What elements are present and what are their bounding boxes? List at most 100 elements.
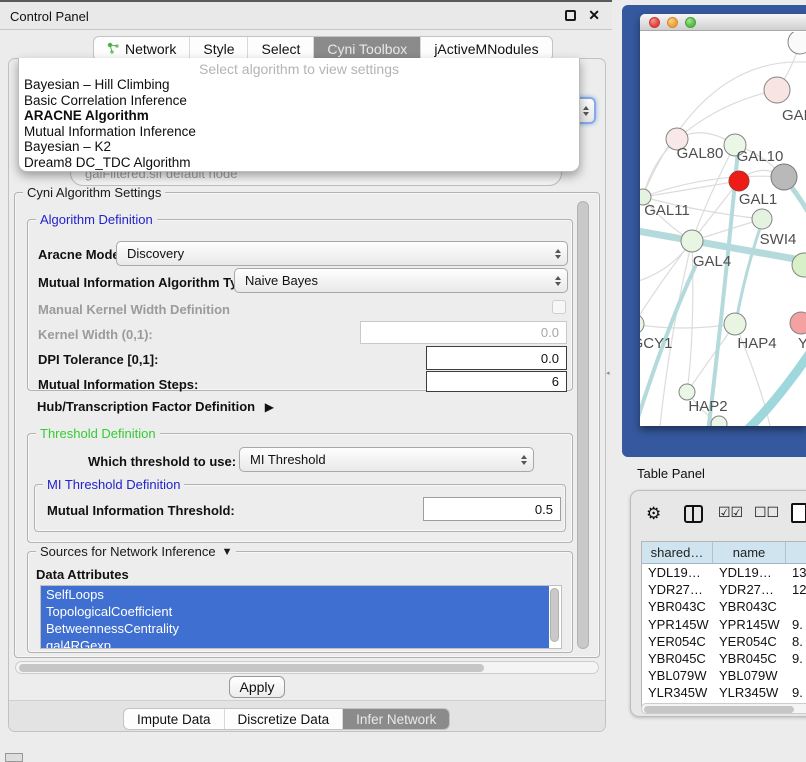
split-pane-handle[interactable]: ◂ <box>606 369 612 378</box>
tab-label: Infer Network <box>356 712 436 727</box>
which-threshold-label: Which threshold to use: <box>88 454 236 469</box>
column-header[interactable]: shared… <box>642 542 713 563</box>
horizontal-scrollbar-thumb[interactable] <box>644 706 794 713</box>
column-header[interactable] <box>786 542 806 563</box>
algorithm-option[interactable]: Basic Correlation Inference <box>19 93 579 109</box>
table-row[interactable]: YDL19…YDL19…13 <box>642 564 806 581</box>
settings-horizontal-scrollbar[interactable] <box>15 661 599 674</box>
tab-select[interactable]: Select <box>248 37 314 60</box>
table-row[interactable]: YLR345WYLR345W9. <box>642 684 806 701</box>
tab-cyni-toolbox[interactable]: Cyni Toolbox <box>314 37 421 60</box>
node-gray[interactable] <box>771 164 797 190</box>
node-selected-red[interactable] <box>729 171 749 191</box>
table-row[interactable]: YBR045CYBR045C9. <box>642 650 806 667</box>
tab-impute-data[interactable]: Impute Data <box>124 709 225 729</box>
kernel-width-value: 0.0 <box>541 325 559 340</box>
algorithm-definition-group: Algorithm Definition Aracne Mode: Discov… <box>27 219 573 391</box>
node-hap4[interactable] <box>724 313 746 335</box>
tab-discretize-data[interactable]: Discretize Data <box>225 709 344 729</box>
table-row[interactable]: YBL079WYBL079W <box>642 667 806 684</box>
algorithm-option[interactable]: Bayesian – K2 <box>19 139 579 155</box>
node-label: GAL80 <box>677 145 724 162</box>
node-gal1[interactable] <box>752 209 772 229</box>
spinner-icon <box>513 455 527 465</box>
node-unlabeled[interactable] <box>711 416 727 426</box>
aracne-mode-combobox[interactable]: Discovery <box>116 241 568 266</box>
gear-icon[interactable]: ⚙ <box>646 504 661 524</box>
node-label: GAL1 <box>739 191 777 208</box>
mi-steps-field[interactable]: 6 <box>426 371 567 392</box>
list-vertical-scrollbar[interactable] <box>550 588 559 642</box>
algorithm-option[interactable]: Mutual Information Inference <box>19 124 579 140</box>
group-title: Cyni Algorithm Settings <box>23 185 165 200</box>
apply-button[interactable]: Apply <box>229 676 285 698</box>
mi-type-combobox[interactable]: Naive Bayes <box>234 268 568 293</box>
new-table-icon[interactable] <box>791 503 806 523</box>
cell: YPR145W <box>713 616 786 633</box>
cell: 9. <box>786 684 806 701</box>
mi-threshold-field[interactable]: 0.5 <box>423 497 561 521</box>
node-label: GCY1 <box>640 335 672 352</box>
settings-vertical-scrollbar[interactable] <box>577 201 589 649</box>
node-label: HAP2 <box>688 398 727 415</box>
node-gal-partial[interactable] <box>764 77 790 103</box>
tab-style[interactable]: Style <box>190 37 248 60</box>
node-unlabeled[interactable] <box>788 32 806 54</box>
node-gal4[interactable] <box>681 230 703 252</box>
list-item[interactable]: BetweennessCentrality <box>41 620 549 637</box>
hub-definition-expander[interactable]: Hub/Transcription Factor Definition ▶ <box>37 399 274 414</box>
tab-infer-network[interactable]: Infer Network <box>343 709 449 729</box>
table-row[interactable]: YPR145WYPR145W9. <box>642 616 806 633</box>
collapse-corner-button[interactable] <box>5 753 23 762</box>
which-threshold-combobox[interactable]: MI Threshold <box>239 447 534 472</box>
node-y-partial[interactable] <box>790 312 806 334</box>
collapse-triangle-icon[interactable]: ▼ <box>222 546 233 558</box>
horizontal-scrollbar-thumb[interactable] <box>19 664 484 672</box>
manual-kernel-checkbox[interactable] <box>552 300 566 314</box>
tab-jactivemnodules[interactable]: jActiveMNodules <box>421 37 551 60</box>
data-attributes-label: Data Attributes <box>36 567 129 582</box>
panel-title: Control Panel <box>10 9 89 24</box>
cell: YBR043C <box>642 598 713 615</box>
cell: YBR045C <box>713 650 786 667</box>
network-canvas[interactable]: GAL GAL80 GAL10 GAL1 GAL11 SWI4 GAL4 GCY… <box>640 32 806 426</box>
select-all-columns-icon[interactable]: ☑☑ <box>718 504 743 521</box>
node-label: GAL11 <box>644 202 690 219</box>
column-header[interactable]: name <box>713 542 786 563</box>
table-row[interactable]: YDR27…YDR27…12 <box>642 581 806 598</box>
kernel-width-field[interactable]: 0.0 <box>360 321 567 344</box>
minimize-traffic-light-icon[interactable] <box>667 17 678 28</box>
columns-icon[interactable] <box>684 505 703 523</box>
list-item[interactable]: gal4RGexp <box>41 637 549 649</box>
algorithm-option-selected[interactable]: ARACNE Algorithm <box>19 108 579 124</box>
mi-threshold-label: Mutual Information Threshold: <box>47 503 235 518</box>
cell <box>786 598 806 615</box>
tab-network[interactable]: Network <box>94 37 190 60</box>
manual-kernel-label: Manual Kernel Width Definition <box>38 302 230 317</box>
dpi-tolerance-label: DPI Tolerance [0,1]: <box>38 352 158 367</box>
algorithm-dropdown-list: Select algorithm to view settings Bayesi… <box>18 58 580 172</box>
close-icon[interactable]: ✕ <box>588 7 600 24</box>
table-row[interactable]: YER054CYER054C8. <box>642 633 806 650</box>
sources-group: Sources for Network Inference ▼ Data Att… <box>27 551 573 653</box>
dpi-tolerance-field[interactable]: 0.0 <box>426 346 567 370</box>
close-traffic-light-icon[interactable] <box>649 17 660 28</box>
table-row[interactable]: YBR043CYBR043C <box>642 598 806 615</box>
cell <box>786 667 806 684</box>
cyni-algorithm-settings-group: Cyni Algorithm Settings Algorithm Defini… <box>14 192 600 658</box>
list-item[interactable]: SelfLoops <box>41 586 549 603</box>
deselect-all-columns-icon[interactable]: ☐☐ <box>754 504 779 521</box>
zoom-traffic-light-icon[interactable] <box>685 17 696 28</box>
float-window-icon[interactable] <box>565 10 576 21</box>
table-horizontal-scrollbar[interactable] <box>641 703 806 714</box>
node-gcy1[interactable] <box>640 314 644 334</box>
algorithm-option[interactable]: Bayesian – Hill Climbing <box>19 77 579 93</box>
apply-label: Apply <box>239 679 274 695</box>
algorithm-option[interactable]: Dream8 DC_TDC Algorithm <box>19 155 579 171</box>
kernel-width-label: Kernel Width (0,1): <box>38 327 153 342</box>
cyni-bottom-tabbar: Impute Data Discretize Data Infer Networ… <box>123 708 450 730</box>
list-item[interactable]: TopologicalCoefficient <box>41 603 549 620</box>
node-label: GAL10 <box>737 148 784 165</box>
mi-threshold-value: 0.5 <box>535 502 553 517</box>
tab-label: Style <box>203 41 234 57</box>
